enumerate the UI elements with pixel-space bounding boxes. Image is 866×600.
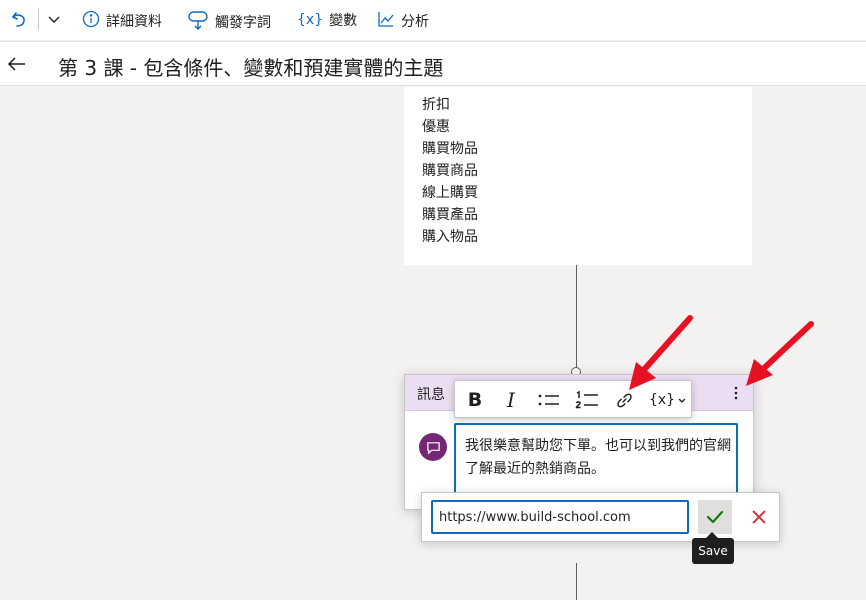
message-text-editor[interactable]: 我很樂意幫助您下單。也可以到我們的官網了解最近的熱銷商品。 (454, 423, 738, 493)
trigger-phrase: 購買物品 (422, 141, 478, 157)
cancel-link-button[interactable] (742, 500, 776, 534)
connector-line (576, 265, 577, 368)
variables-label: 變數 (329, 13, 358, 29)
trigger-phrase: 線上購買 (422, 185, 478, 201)
checkmark-icon (706, 510, 724, 524)
italic-button[interactable]: I (501, 387, 521, 413)
details-label: 詳細資料 (106, 14, 162, 30)
details-button[interactable]: 詳細資料 (82, 10, 162, 32)
save-link-button[interactable] (698, 500, 732, 534)
more-vertical-icon[interactable] (725, 383, 747, 403)
analytics-button[interactable]: 分析 (377, 10, 429, 32)
close-icon (752, 510, 766, 524)
bold-button[interactable]: B (465, 387, 485, 413)
chart-icon (377, 10, 395, 32)
variable-label: {x} (648, 392, 676, 408)
trigger-phrase: 優惠 (422, 119, 450, 135)
variables-icon: {x} (297, 12, 324, 28)
trigger-phrase: 購買商品 (422, 163, 478, 179)
insert-variable-button[interactable]: {x} (647, 387, 689, 413)
message-text: 我很樂意幫助您下單。也可以到我們的官網了解最近的熱銷商品。 (465, 438, 731, 477)
back-arrow-icon[interactable] (6, 53, 28, 75)
chevron-down-icon (678, 398, 686, 403)
trigger-phrase: 折扣 (422, 97, 450, 113)
trigger-label: 觸發字詞 (215, 15, 271, 31)
chevron-down-icon[interactable] (46, 11, 62, 27)
trigger-phrases-button[interactable]: 觸發字詞 (187, 9, 271, 35)
link-editor-popover (421, 492, 780, 542)
variables-button[interactable]: {x} 變數 (297, 10, 357, 30)
topic-header: 第 3 課 - 包含條件、變數和預建實體的主題 (0, 41, 866, 86)
bullet-list-icon[interactable] (535, 387, 563, 413)
connector-line (576, 563, 577, 600)
info-icon (82, 10, 100, 32)
trigger-phrase: 購入物品 (422, 229, 478, 245)
numbered-list-icon[interactable] (573, 387, 601, 413)
trigger-phrases-card[interactable]: 折扣 優惠 購買物品 購買商品 線上購買 購買產品 購入物品 (404, 87, 752, 265)
page-title: 第 3 課 - 包含條件、變數和預建實體的主題 (58, 56, 444, 80)
command-toolbar: 詳細資料 觸發字詞 {x} 變數 分析 (0, 0, 866, 40)
url-input[interactable] (431, 500, 689, 534)
analytics-label: 分析 (401, 14, 429, 30)
undo-icon[interactable] (8, 8, 30, 30)
save-tooltip: Save (692, 538, 734, 564)
link-icon[interactable] (611, 387, 637, 413)
chat-bubble-icon (419, 433, 447, 461)
trigger-phrase: 購買產品 (422, 207, 478, 223)
format-toolbar: B I {x} (454, 380, 692, 418)
toolbar-divider (38, 8, 39, 30)
trigger-icon (187, 9, 209, 35)
message-node-label: 訊息 (417, 387, 445, 403)
